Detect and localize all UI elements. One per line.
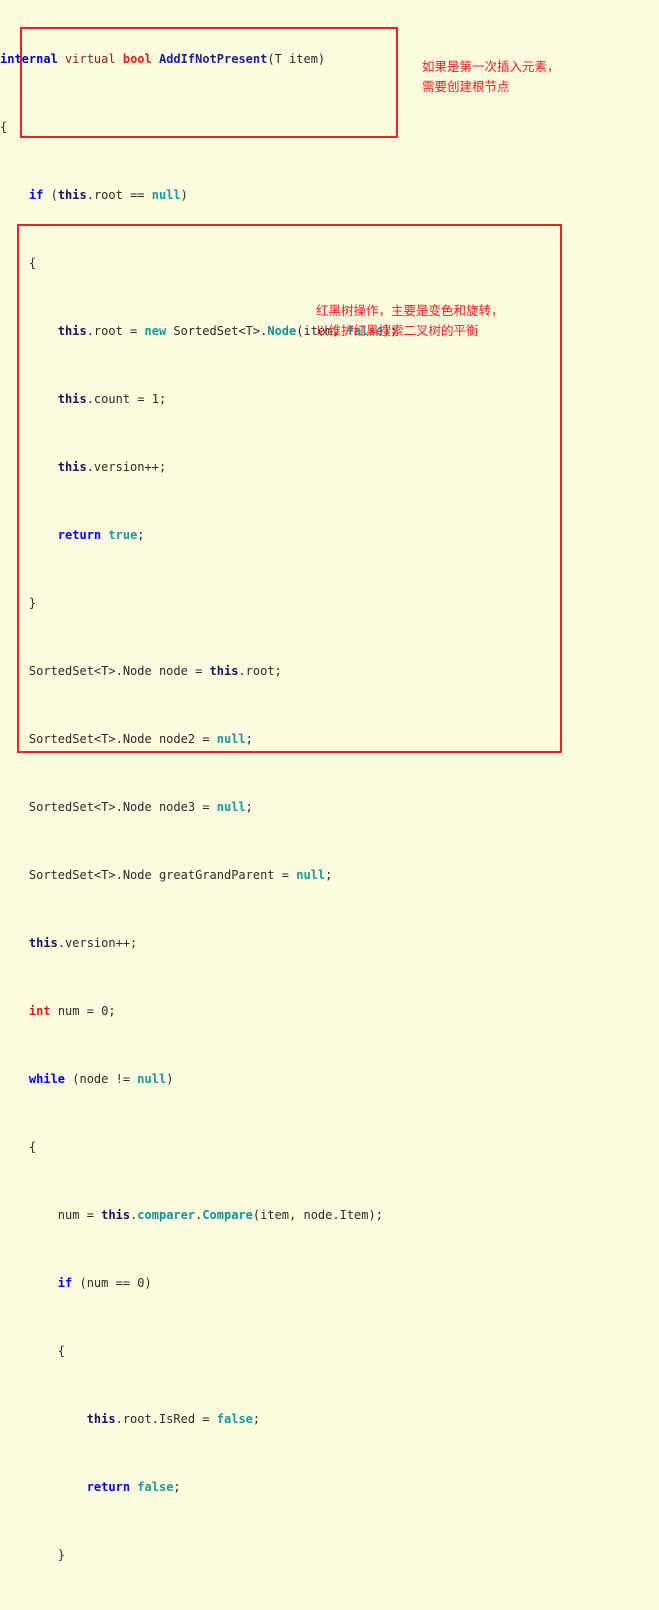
annotation-root-creation: 如果是第一次插入元素， 需要创建根节点 bbox=[422, 59, 560, 94]
code-line: return false; bbox=[86, 1480, 181, 1494]
code-block: internal virtual bool AddIfNotPresent(T … bbox=[0, 0, 578, 1610]
type-int: int bbox=[28, 1004, 51, 1018]
type-bool: bool bbox=[122, 52, 152, 66]
code-line: this.version++; bbox=[57, 460, 167, 474]
code-line: this.count = 1; bbox=[57, 392, 167, 406]
keyword-virtual: virtual bbox=[65, 52, 116, 66]
code-line: { bbox=[0, 1344, 66, 1358]
code-line: this.version++; bbox=[28, 936, 138, 950]
code-line: num = this.comparer.Compare(item, node.I… bbox=[0, 1208, 383, 1222]
code-line: SortedSet<T>.Node greatGrandParent = nul… bbox=[0, 868, 333, 882]
code-line: } bbox=[0, 1548, 66, 1562]
code-line: { bbox=[0, 1140, 37, 1154]
keyword-while: while bbox=[28, 1072, 66, 1086]
code-line: { bbox=[0, 120, 8, 134]
code-line: SortedSet<T>.Node node = this.root; bbox=[0, 664, 282, 678]
code-line: if (num == 0) bbox=[57, 1276, 152, 1290]
code-line: while (node != null) bbox=[28, 1072, 174, 1086]
code-screenshot: internal virtual bool AddIfNotPresent(T … bbox=[0, 0, 659, 1562]
code-line: if (this.root == null) bbox=[28, 188, 188, 202]
code-line: int num = 0; bbox=[28, 1004, 116, 1018]
code-line: } bbox=[0, 596, 37, 610]
code-line: SortedSet<T>.Node node3 = null; bbox=[0, 800, 253, 814]
code-line: return true; bbox=[57, 528, 145, 542]
keyword-if: if bbox=[28, 188, 44, 202]
keyword-internal: internal bbox=[0, 52, 58, 66]
code-line: { bbox=[0, 256, 37, 270]
code-line: this.root.IsRed = false; bbox=[86, 1412, 261, 1426]
keyword-return: return bbox=[57, 528, 102, 542]
annotation-rbtree-ops: 红黑树操作，主要是变色和旋转， 以维护红黑搜索二叉树的平衡 bbox=[316, 303, 504, 338]
method-name-addifnotpresent: AddIfNotPresent bbox=[158, 52, 268, 66]
code-line: SortedSet<T>.Node node2 = null; bbox=[0, 732, 253, 746]
